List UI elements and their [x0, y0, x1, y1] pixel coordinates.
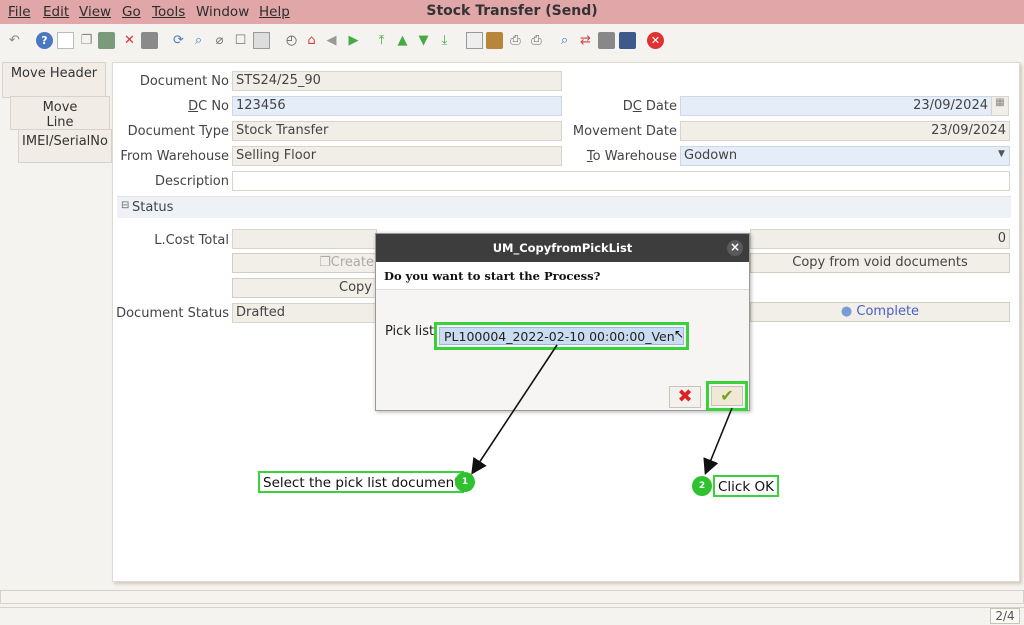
dialog-title: UM_CopyfromPickList	[492, 241, 633, 255]
record-pager: 2/4	[990, 608, 1020, 624]
lcost-total-label: L.Cost Total	[154, 233, 229, 248]
from-warehouse-label: From Warehouse	[120, 149, 229, 164]
dc-no-field[interactable]: 123456	[232, 96, 562, 116]
complete-button[interactable]: ● Complete	[750, 302, 1010, 322]
tab-imei-serialno[interactable]: IMEI/SerialNo	[18, 129, 112, 163]
menu-view[interactable]: View	[79, 4, 111, 20]
ok-button-highlight: ✔	[706, 381, 748, 411]
detail-record-icon[interactable]: ▶	[345, 32, 362, 49]
checkmark-icon: ✔	[720, 386, 734, 405]
copy-button[interactable]: Copy	[232, 278, 377, 298]
dialog-title-bar: UM_CopyfromPickList ×	[376, 234, 749, 262]
document-status-label: Document Status	[116, 306, 229, 321]
tab-move-line[interactable]: Move Line	[10, 96, 110, 130]
dc-date-label: DC Date	[622, 99, 677, 114]
menu-help[interactable]: Help	[259, 4, 290, 20]
grid-toggle-icon[interactable]	[253, 32, 270, 49]
document-type-label: Document Type	[127, 124, 229, 139]
description-label: Description	[154, 174, 229, 189]
delete-icon[interactable]: ✕	[121, 32, 138, 49]
product-info-icon[interactable]	[619, 32, 636, 49]
copy-from-picklist-dialog: UM_CopyfromPickList × Do you want to sta…	[375, 233, 750, 411]
dialog-question: Do you want to start the Process?	[376, 262, 749, 290]
history-icon[interactable]: ◴	[283, 32, 300, 49]
from-warehouse-field[interactable]: Selling Floor	[232, 146, 562, 166]
calendar-icon[interactable]: ▦	[991, 96, 1009, 116]
document-type-field[interactable]: Stock Transfer	[232, 121, 562, 141]
status-section-title: Status	[132, 200, 174, 215]
tab-move-header[interactable]: Move Header	[2, 62, 106, 98]
complete-icon: ●	[840, 304, 853, 319]
parent-record-icon[interactable]: ◀	[323, 32, 340, 49]
pick-list-label: Pick list	[385, 324, 435, 339]
document-no-label: Document No	[139, 74, 229, 89]
delete-selection-icon[interactable]	[141, 32, 158, 49]
home-icon[interactable]: ⌂	[303, 32, 320, 49]
ok-button[interactable]: ✔	[711, 386, 743, 406]
menu-window[interactable]: Window	[196, 4, 249, 20]
next-record-icon[interactable]: ▼	[415, 32, 432, 49]
step2-badge: 2	[692, 476, 712, 496]
menu-tools[interactable]: Tools	[152, 4, 185, 20]
create-button[interactable]: ❐Create	[232, 253, 377, 273]
save-icon[interactable]	[98, 32, 115, 49]
step1-badge: 1	[455, 472, 475, 492]
copy-from-void-button[interactable]: Copy from void documents	[750, 253, 1010, 273]
to-warehouse-label: To Warehouse	[586, 149, 677, 164]
pick-list-highlight: PL100004_2022-02-10 00:00:00_Ven	[434, 322, 689, 350]
movement-date-field[interactable]: 23/09/2024	[680, 121, 1010, 141]
total-field[interactable]: 0	[750, 229, 1010, 249]
lcost-total-field[interactable]	[232, 229, 377, 249]
first-record-icon[interactable]: ⤒	[373, 32, 390, 49]
exit-icon[interactable]: ✕	[647, 32, 664, 49]
menu-file[interactable]: File	[8, 4, 31, 20]
report-icon[interactable]	[466, 32, 483, 49]
find-icon[interactable]: ⌕	[190, 32, 207, 49]
status-section-header[interactable]: ⊟ Status	[117, 196, 1011, 218]
chevron-down-icon[interactable]: ▼	[998, 149, 1005, 159]
help-icon[interactable]: ?	[36, 32, 53, 49]
status-bar	[0, 607, 1024, 625]
menu-edit[interactable]: Edit	[43, 4, 69, 20]
dc-no-label: DC No	[188, 99, 229, 114]
chat-icon[interactable]: ☐	[232, 32, 249, 49]
active-workflows-icon[interactable]: ⇄	[577, 32, 594, 49]
pick-list-select[interactable]: PL100004_2022-02-10 00:00:00_Ven	[439, 327, 684, 345]
print-preview-icon[interactable]: ⎙	[507, 32, 524, 49]
request-icon[interactable]	[598, 32, 615, 49]
toolbar: ↶ ? ❐ ✕ ⟳ ⌕ ⌀ ☐ ◴ ⌂ ◀ ▶ ⤒ ▲ ▼ ⤓ ⎙ ⎙ ⌕ ⇄ …	[0, 24, 1024, 60]
refresh-icon[interactable]: ⟳	[170, 32, 187, 49]
to-warehouse-select[interactable]: Godown	[680, 146, 1010, 166]
undo-icon[interactable]: ↶	[6, 32, 23, 49]
last-record-icon[interactable]: ⤓	[436, 32, 453, 49]
step2-callout: Click OK	[713, 475, 779, 497]
archive-icon[interactable]	[486, 32, 503, 49]
attachment-icon[interactable]: ⌀	[211, 32, 228, 49]
step1-callout: Select the pick list document	[258, 471, 465, 493]
dc-date-field[interactable]: 23/09/2024	[680, 96, 992, 116]
menubar: File Edit View Go Tools Window Help Stoc…	[0, 0, 1024, 24]
cancel-icon: ✖	[677, 386, 693, 407]
zoom-across-icon[interactable]: ⌕	[556, 32, 573, 49]
document-no-field[interactable]: STS24/25_90	[232, 71, 562, 91]
menu-go[interactable]: Go	[122, 4, 141, 20]
create-icon: ❐	[319, 255, 331, 270]
copy-record-icon[interactable]: ❐	[78, 32, 95, 49]
print-icon[interactable]: ⎙	[528, 32, 545, 49]
collapse-icon[interactable]: ⊟	[121, 200, 129, 211]
description-field[interactable]	[232, 171, 1010, 191]
previous-record-icon[interactable]: ▲	[394, 32, 411, 49]
close-icon[interactable]: ×	[727, 240, 743, 256]
movement-date-label: Movement Date	[572, 124, 677, 139]
document-status-field[interactable]: Drafted	[232, 303, 377, 323]
cursor-icon: ↖	[674, 327, 685, 341]
new-record-icon[interactable]	[57, 32, 74, 49]
cancel-button[interactable]: ✖	[669, 386, 701, 408]
message-bar	[0, 590, 1024, 604]
